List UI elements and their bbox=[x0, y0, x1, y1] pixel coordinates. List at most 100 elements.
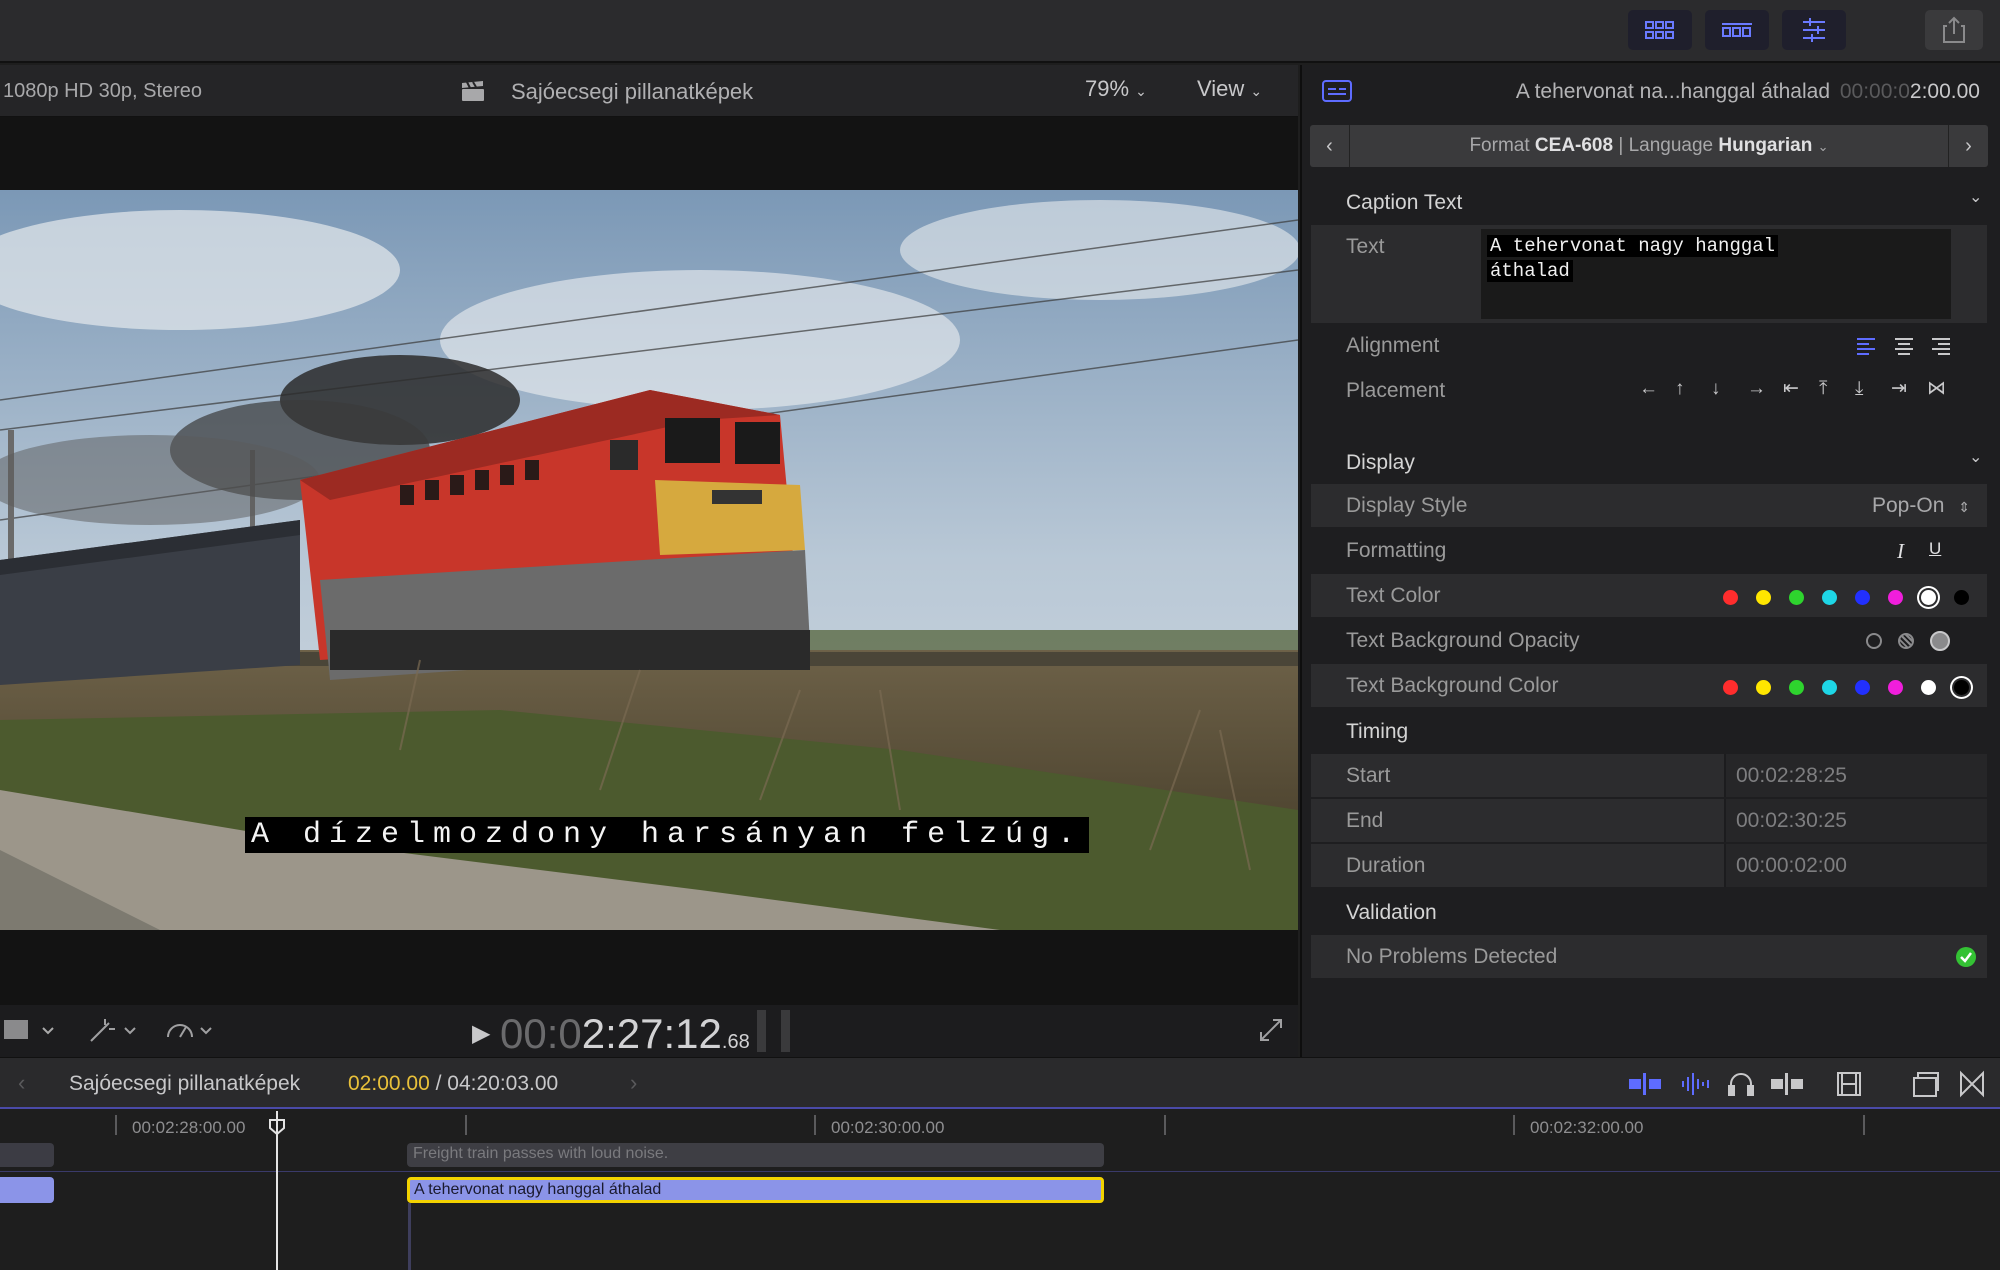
end-field[interactable]: 00:02:30:25 bbox=[1724, 799, 1987, 842]
share-button[interactable] bbox=[1925, 10, 1983, 50]
up-down-chevron-icon: ⇕ bbox=[1958, 499, 1970, 515]
text-color-black-swatch[interactable] bbox=[1954, 590, 1969, 605]
timing-section-title: Timing bbox=[1346, 720, 1409, 743]
display-style-value: Pop-On bbox=[1872, 494, 1945, 517]
transparent-opacity-option[interactable] bbox=[1866, 633, 1882, 649]
end-row: End 00:02:30:25 bbox=[1311, 799, 1987, 842]
bg-color-magenta-swatch[interactable] bbox=[1888, 680, 1903, 695]
timeline-forward-button[interactable]: › bbox=[630, 1070, 637, 1096]
text-color-white-swatch-selected[interactable] bbox=[1921, 590, 1936, 605]
formatting-label: Formatting bbox=[1346, 539, 1447, 562]
move-down-icon[interactable]: ↓ bbox=[1711, 378, 1747, 400]
reset-placement-icon[interactable]: ⋈ bbox=[1927, 377, 1951, 400]
playhead-handle-icon[interactable] bbox=[269, 1119, 285, 1135]
bg-color-cyan-swatch[interactable] bbox=[1822, 680, 1837, 695]
previous-caption-button[interactable]: ‹ bbox=[1310, 125, 1350, 167]
viewer-display-icon bbox=[4, 1020, 54, 1039]
move-far-left-icon[interactable]: ⇤ bbox=[1783, 377, 1819, 400]
text-bg-opacity-row: Text Background Opacity bbox=[1311, 619, 1987, 662]
timecode-frames: .68 bbox=[721, 1031, 750, 1053]
text-color-yellow-swatch[interactable] bbox=[1756, 590, 1771, 605]
start-field[interactable]: 00:02:28:25 bbox=[1724, 754, 1987, 797]
move-right-icon[interactable]: → bbox=[1747, 378, 1783, 400]
bg-color-red-swatch[interactable] bbox=[1723, 680, 1738, 695]
view-menu-label: View bbox=[1197, 76, 1245, 101]
play-button[interactable]: ▶ bbox=[472, 1019, 490, 1048]
display-style-popup[interactable]: Pop-On ⇕ bbox=[1872, 494, 1970, 518]
caption-text-field[interactable]: A tehervonat nagy hanggal áthalad bbox=[1481, 229, 1951, 319]
view-menu[interactable]: View ⌄ bbox=[1197, 76, 1262, 102]
text-color-red-swatch[interactable] bbox=[1723, 590, 1738, 605]
solid-opacity-option-selected[interactable] bbox=[1930, 631, 1950, 651]
move-top-icon[interactable]: ⤒ bbox=[1819, 378, 1855, 400]
end-label: End bbox=[1346, 809, 1384, 832]
zoom-popup[interactable]: 79% ⌄ bbox=[1085, 76, 1147, 102]
timecode-dim: 00:0 bbox=[500, 1010, 582, 1057]
timeline[interactable]: 00:02:28:00.00 00:02:30:00.00 00:02:32:0… bbox=[0, 1111, 2000, 1270]
viewer-canvas[interactable]: A dízelmozdony harsányan felzúg. bbox=[0, 117, 1298, 1005]
viewer-footer: ▶ 00:02:27:12.68 bbox=[0, 1005, 1298, 1057]
retiming-menu[interactable] bbox=[165, 1017, 221, 1043]
duration-field[interactable]: 00:00:02:00 bbox=[1724, 844, 1987, 887]
text-color-cyan-swatch[interactable] bbox=[1822, 590, 1837, 605]
browser-toggle-button[interactable] bbox=[1628, 10, 1692, 50]
move-up-icon[interactable]: ↑ bbox=[1675, 378, 1711, 400]
italic-button[interactable]: I bbox=[1897, 539, 1904, 564]
speedometer-icon bbox=[167, 1024, 212, 1038]
viewer-display-options[interactable] bbox=[3, 1017, 59, 1043]
inspector-time-dim: 00:00:0 bbox=[1839, 80, 1910, 103]
next-caption-button[interactable]: › bbox=[1948, 125, 1988, 167]
role-clip-previous[interactable] bbox=[0, 1143, 54, 1167]
audio-skimming-icon[interactable] bbox=[1680, 1071, 1714, 1097]
selected-caption-clip[interactable]: A tehervonat nagy hanggal áthalad bbox=[407, 1177, 1104, 1203]
translucent-opacity-option[interactable] bbox=[1898, 633, 1914, 649]
timeline-duration: 04:20:03.00 bbox=[447, 1072, 559, 1095]
align-center-icon[interactable] bbox=[1894, 337, 1914, 355]
underline-button[interactable]: U bbox=[1929, 539, 1941, 559]
placement-label: Placement bbox=[1346, 379, 1446, 402]
text-color-magenta-swatch[interactable] bbox=[1888, 590, 1903, 605]
move-far-right-icon[interactable]: ⇥ bbox=[1891, 377, 1927, 400]
clip-appearance-icon[interactable] bbox=[1836, 1070, 1862, 1098]
chevron-down-icon[interactable]: ⌄ bbox=[1969, 447, 1982, 467]
bg-color-white-swatch[interactable] bbox=[1921, 680, 1936, 695]
chevron-down-icon[interactable]: ⌄ bbox=[1969, 187, 1982, 207]
inspector-header: A tehervonat na...hanggal áthalad 00:00:… bbox=[1516, 80, 1980, 104]
video-frame: A dízelmozdony harsányan felzúg. bbox=[0, 190, 1298, 930]
timeline-position-display: 02:00.00 / 04:20:03.00 bbox=[348, 1072, 558, 1096]
index-icon[interactable] bbox=[1912, 1070, 1940, 1098]
chevron-down-icon: ⌄ bbox=[1135, 83, 1147, 99]
text-color-green-swatch[interactable] bbox=[1789, 590, 1804, 605]
caption-clip-previous[interactable] bbox=[0, 1177, 54, 1203]
bg-color-black-swatch-selected[interactable] bbox=[1954, 680, 1969, 695]
solo-icon[interactable] bbox=[1770, 1071, 1804, 1097]
bg-color-yellow-swatch[interactable] bbox=[1756, 680, 1771, 695]
move-bottom-icon[interactable]: ⤓ bbox=[1855, 378, 1891, 400]
timeline-back-button[interactable]: ‹ bbox=[18, 1070, 25, 1096]
align-right-icon[interactable] bbox=[1931, 337, 1951, 355]
skimming-icon[interactable] bbox=[1628, 1071, 1662, 1097]
text-color-blue-swatch[interactable] bbox=[1855, 590, 1870, 605]
transform-tools-menu[interactable] bbox=[87, 1017, 143, 1043]
headphones-icon[interactable] bbox=[1727, 1071, 1755, 1097]
role-caption-clip[interactable]: Freight train passes with loud noise. bbox=[407, 1143, 1104, 1167]
timeline-separator: / bbox=[429, 1072, 448, 1095]
bg-color-green-swatch[interactable] bbox=[1789, 680, 1804, 695]
caption-inspector: A tehervonat na...hanggal áthalad 00:00:… bbox=[1300, 65, 2000, 1057]
fullscreen-button[interactable] bbox=[1258, 1017, 1284, 1043]
audio-meter-left bbox=[757, 1010, 766, 1052]
fullscreen-icon bbox=[1260, 1019, 1282, 1041]
inspector-toggle-button[interactable] bbox=[1782, 10, 1846, 50]
move-left-icon[interactable]: ← bbox=[1639, 378, 1675, 400]
bg-color-blue-swatch[interactable] bbox=[1855, 680, 1870, 695]
ruler-label: 00:02:30:00.00 bbox=[831, 1118, 945, 1137]
timeline-toggle-button[interactable] bbox=[1705, 10, 1769, 50]
timeline-project-name: Sajóecsegi pillanatképek bbox=[69, 1072, 301, 1095]
align-left-icon[interactable] bbox=[1856, 337, 1876, 355]
alignment-label: Alignment bbox=[1346, 334, 1440, 357]
format-value: CEA-608 bbox=[1534, 135, 1614, 156]
validation-section-title: Validation bbox=[1346, 901, 1437, 924]
transitions-browser-icon[interactable] bbox=[1959, 1070, 1985, 1098]
format-language-popup[interactable]: Format CEA-608 | Language Hungarian ⌄ bbox=[1350, 135, 1948, 157]
inspector-clip-title: A tehervonat na...hanggal áthalad bbox=[1515, 80, 1830, 103]
